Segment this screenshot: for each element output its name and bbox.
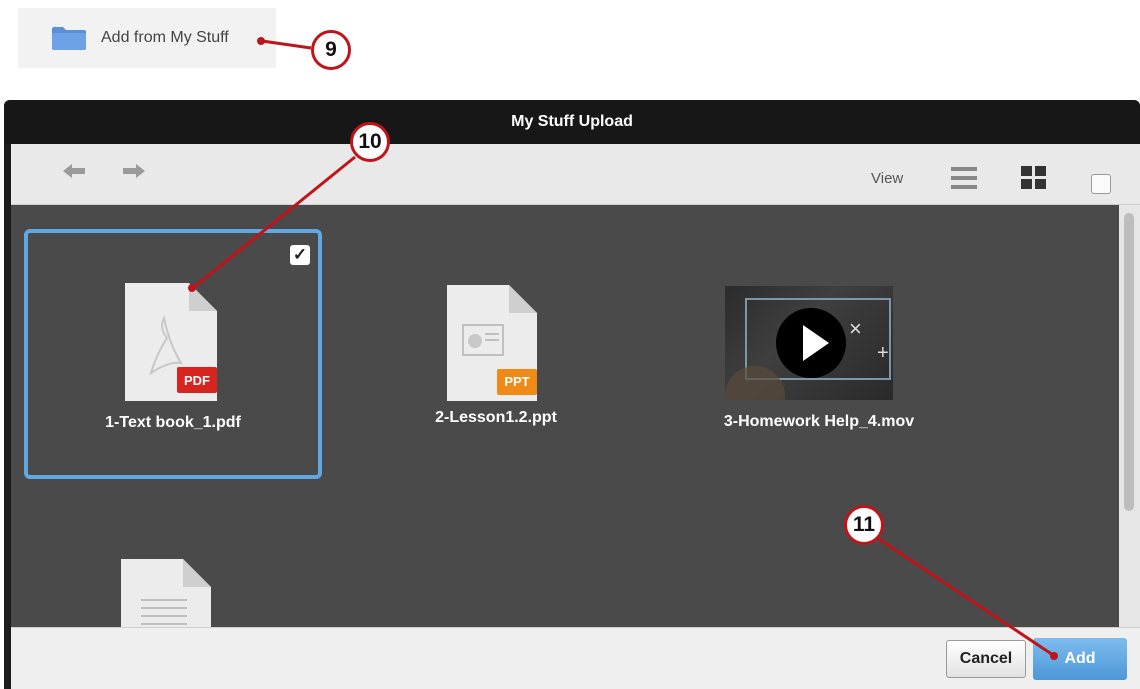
callout-11: 11 [844,505,884,545]
folder-icon [51,25,87,51]
arrow-right-icon[interactable] [121,161,147,181]
dialog-titlebar: My Stuff Upload [4,100,1140,144]
file-name: 2-Lesson1.2.ppt [435,409,557,426]
arrow-left-icon[interactable] [61,161,87,181]
scrollbar-thumb[interactable] [1124,213,1134,511]
video-thumbnail: × + [725,286,893,400]
my-stuff-upload-dialog: My Stuff Upload View ✓ PDF 1-Text book_1… [4,100,1140,689]
view-label: View [871,170,904,187]
add-button[interactable]: Add [1033,638,1127,680]
add-from-my-stuff-label: Add from My Stuff [101,29,229,46]
file-grid: ✓ PDF 1-Text book_1.pdf PPT 2-Lesson1.2.… [11,205,1119,627]
dialog-toolbar: View [11,144,1140,205]
file-tile-doc[interactable] [24,535,322,627]
file-tile-video[interactable]: × + 3-Homework Help_4.mov [670,229,968,479]
file-checkbox[interactable]: ✓ [290,245,310,265]
dialog-footer: Cancel Add [11,627,1140,689]
play-icon[interactable] [775,307,847,379]
file-name: 3-Homework Help_4.mov [723,413,915,430]
document-file-icon [121,559,211,627]
select-all-checkbox[interactable] [1091,174,1111,194]
dialog-title: My Stuff Upload [511,113,633,130]
file-tile-pdf[interactable]: ✓ PDF 1-Text book_1.pdf [24,229,322,479]
ppt-badge: PPT [504,374,530,389]
file-tile-ppt[interactable]: PPT 2-Lesson1.2.ppt [347,229,645,479]
add-from-my-stuff-button[interactable]: Add from My Stuff [18,8,276,68]
cancel-button[interactable]: Cancel [946,640,1026,678]
callout-10: 10 [350,122,390,162]
scrollbar[interactable] [1119,205,1140,627]
list-view-icon[interactable] [951,166,977,190]
file-name: 1-Text book_1.pdf [105,414,241,431]
grid-view-icon[interactable] [1021,166,1047,190]
callout-9: 9 [311,30,351,70]
pdf-badge: PDF [184,373,210,388]
